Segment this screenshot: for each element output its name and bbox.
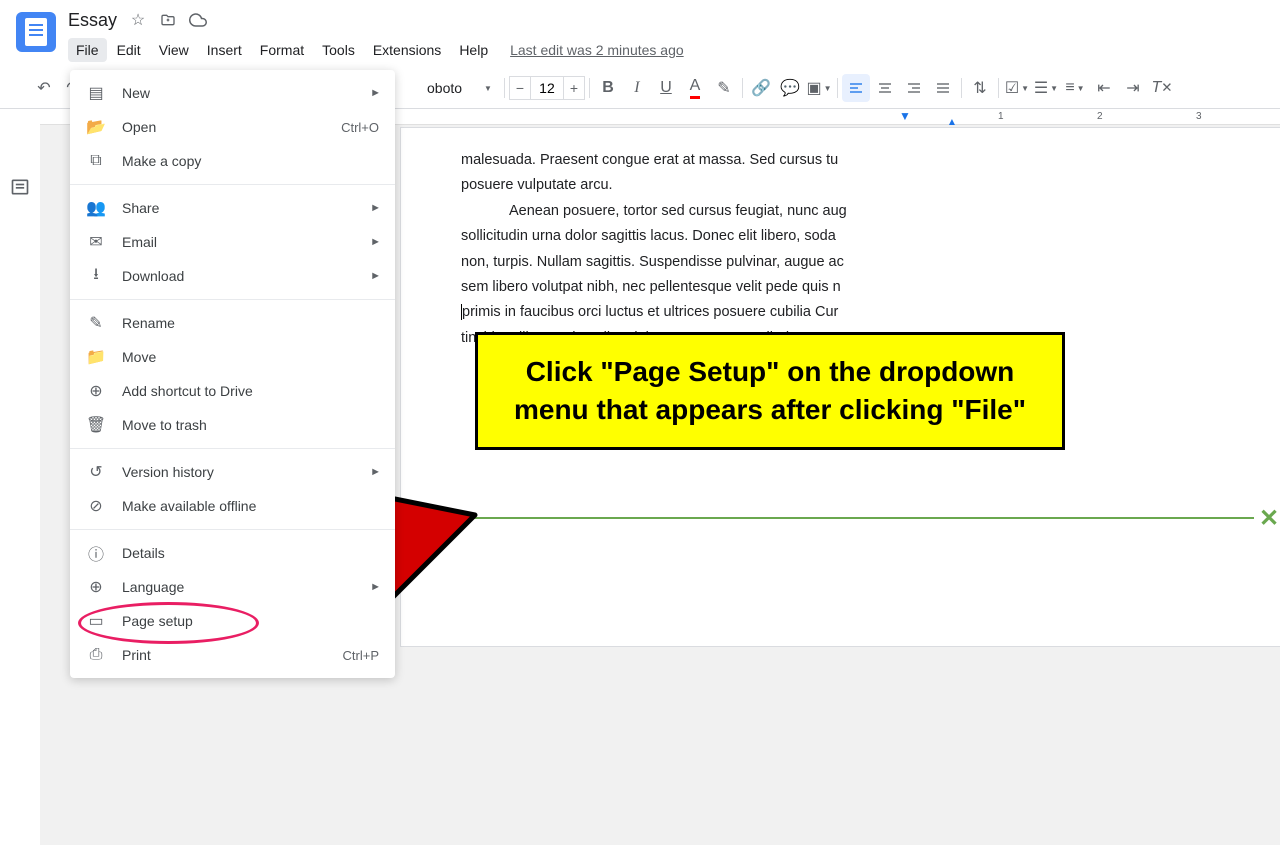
checklist-button[interactable]: ☑▼ [1003,74,1031,102]
info-icon: ⓘ [86,543,106,563]
menu-email[interactable]: ✉Email► [70,225,395,259]
body-text: Aenean posuere, tortor sed cursus feugia… [461,199,1280,224]
menu-tools[interactable]: Tools [314,38,363,62]
font-size-plus[interactable]: + [563,76,585,100]
menu-move[interactable]: 📁Move [70,340,395,374]
undo-button[interactable]: ↶ [30,74,58,102]
menu-details[interactable]: ⓘDetails [70,536,395,570]
font-size-minus[interactable]: − [509,76,531,100]
underline-button[interactable]: U [652,74,680,102]
copy-icon: ⧉ [86,151,106,171]
menu-trash[interactable]: 🗑Move to trash [70,408,395,442]
clear-format-button[interactable]: T✕ [1148,74,1176,102]
trash-icon: 🗑 [86,415,106,435]
line-spacing-button[interactable]: ⇅ [966,74,994,102]
align-justify-button[interactable] [929,74,957,102]
menu-version-history[interactable]: ↺Version history► [70,455,395,489]
body-text: sem libero volutpat nibh, nec pellentesq… [461,275,1280,300]
last-edit-link[interactable]: Last edit was 2 minutes ago [510,42,684,58]
menu-share[interactable]: 👥Share► [70,191,395,225]
link-button[interactable]: 🔗 [747,74,775,102]
offline-icon: ⊘ [86,496,106,516]
menu-view[interactable]: View [151,38,197,62]
rename-icon: ✎ [86,313,106,333]
page-setup-icon: ▭ [86,611,106,631]
shortcut-icon: ⊕ [86,381,106,401]
align-right-button[interactable] [900,74,928,102]
menu-offline[interactable]: ⊘Make available offline [70,489,395,523]
align-left-button[interactable] [842,74,870,102]
menu-help[interactable]: Help [451,38,496,62]
menu-new[interactable]: ▤New► [70,76,395,110]
folder-icon: 📂 [86,117,106,137]
move-folder-icon[interactable] [159,11,177,29]
menu-make-copy[interactable]: ⧉Make a copy [70,144,395,178]
body-text: posuere vulputate arcu. [461,173,1280,198]
body-text: malesuada. Praesent congue erat at massa… [461,148,1280,173]
move-icon: 📁 [86,347,106,367]
outdent-button[interactable]: ⇤ [1090,74,1118,102]
document-title[interactable]: Essay [68,10,117,31]
cloud-status-icon[interactable] [189,11,207,29]
annotation-callout: Click "Page Setup" on the dropdown menu … [475,332,1065,450]
align-center-button[interactable] [871,74,899,102]
body-text: primis in faucibus orci luctus et ultric… [461,300,1280,325]
menu-format[interactable]: Format [252,38,312,62]
download-icon: ⭳ [86,266,106,286]
menu-extensions[interactable]: Extensions [365,38,449,62]
menu-rename[interactable]: ✎Rename [70,306,395,340]
text-color-button[interactable]: A [681,74,709,102]
star-icon[interactable]: ☆ [129,11,147,29]
menu-page-setup[interactable]: ▭Page setup [70,604,395,638]
print-icon: ⎙ [86,645,106,665]
email-icon: ✉ [86,232,106,252]
bullet-list-button[interactable]: ☰▼ [1032,74,1060,102]
menu-language[interactable]: ⊕Language► [70,570,395,604]
number-list-button[interactable]: ≡▼ [1061,74,1089,102]
menu-download[interactable]: ⭳Download► [70,259,395,293]
new-doc-icon: ▤ [86,83,106,103]
menu-file[interactable]: File [68,38,107,62]
history-icon: ↺ [86,462,106,482]
body-text: non, turpis. Nullam sagittis. Suspendiss… [461,250,1280,275]
globe-icon: ⊕ [86,577,106,597]
share-icon: 👥 [86,198,106,218]
menu-shortcut[interactable]: ⊕Add shortcut to Drive [70,374,395,408]
italic-button[interactable]: I [623,74,651,102]
outline-icon[interactable] [8,175,32,199]
bold-button[interactable]: B [594,74,622,102]
close-break-icon[interactable]: ✕ [1254,503,1280,533]
file-dropdown-menu: ▤New► 📂OpenCtrl+O ⧉Make a copy 👥Share► ✉… [70,70,395,678]
page-break-indicator: ✕ [401,503,1280,533]
menu-edit[interactable]: Edit [109,38,149,62]
menu-print[interactable]: ⎙PrintCtrl+P [70,638,395,672]
ruler-label: 1 [998,111,1004,122]
menu-insert[interactable]: Insert [199,38,250,62]
body-text: sollicitudin urna dolor sagittis lacus. … [461,224,1280,249]
image-button[interactable]: ▣▼ [805,74,833,102]
comment-button[interactable]: 💬 [776,74,804,102]
indent-marker-icon[interactable]: ▼ [899,109,911,123]
docs-logo[interactable] [16,12,56,52]
font-size-value[interactable]: 12 [531,76,563,100]
ruler-label: 3 [1196,111,1202,122]
font-selector[interactable]: oboto▼ [419,80,500,96]
menu-open[interactable]: 📂OpenCtrl+O [70,110,395,144]
indent-button[interactable]: ⇥ [1119,74,1147,102]
ruler-label: 2 [1097,111,1103,122]
highlight-button[interactable]: ✎ [710,74,738,102]
